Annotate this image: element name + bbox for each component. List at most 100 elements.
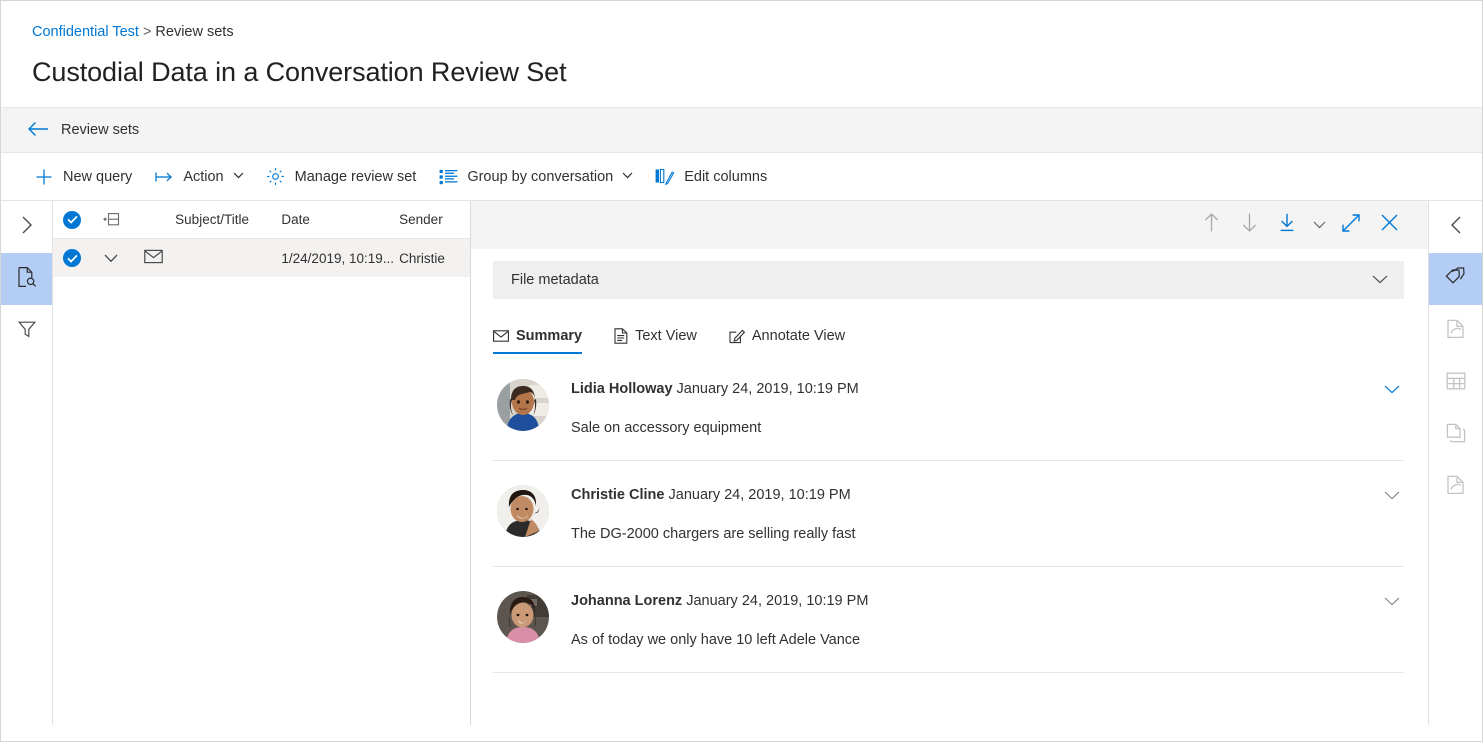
chevron-down-icon [1384,487,1400,504]
arrow-up-icon [1204,213,1219,237]
detail-tabs: Summary Text View Annotate View [493,317,1428,354]
breadcrumb-link-confidential-test[interactable]: Confidential Test [32,24,139,40]
list-item: Johanna Lorenz January 24, 2019, 10:19 P… [493,567,1404,673]
sidebar-item-email-threads[interactable] [1429,461,1482,513]
arrow-left-icon [27,120,49,141]
tab-summary-label: Summary [516,328,583,344]
document-corner-icon [1446,475,1465,500]
edit-columns-label: Edit columns [684,168,768,185]
left-rail [1,201,53,725]
table-row[interactable]: 1/24/2019, 10:19... Christie [53,239,470,277]
message-body: Lidia Holloway January 24, 2019, 10:19 P… [571,379,1380,438]
envelope-icon [143,249,163,267]
action-button[interactable]: Action [145,157,252,197]
list-item: Lidia Holloway January 24, 2019, 10:19 P… [493,353,1404,461]
row-sender: Christie [399,250,445,266]
right-rail [1428,201,1482,725]
sidebar-item-tags[interactable] [1429,253,1482,305]
manage-review-set-button[interactable]: Manage review set [257,157,426,197]
row-expand-button[interactable] [92,251,131,266]
envelope-icon [493,330,509,342]
message-body: Christie Cline January 24, 2019, 10:19 P… [571,485,1380,544]
previous-item-button[interactable] [1192,206,1230,244]
message-text: Sale on accessory equipment [571,420,762,436]
page-title: Custodial Data in a Conversation Review … [32,57,567,87]
row-checkbox[interactable] [53,249,92,267]
sidebar-item-near-duplicates[interactable] [1429,305,1482,357]
download-options-button[interactable] [1306,206,1332,244]
group-by-conversation-button[interactable]: Group by conversation [429,157,642,197]
expand-diagonal-icon [1342,213,1360,237]
tag-icon [1445,267,1467,291]
annotate-pen-icon [729,328,746,344]
sidebar-item-metadata-table[interactable] [1429,357,1482,409]
checkbox-checked-icon [63,249,82,267]
tab-annotate-view[interactable]: Annotate View [729,319,855,353]
arrow-down-icon [1242,213,1257,237]
columns-compact-icon [92,212,131,227]
message-text: The DG-2000 chargers are selling really … [571,526,856,542]
close-icon [1381,214,1398,236]
row-type-icon [131,249,175,267]
edit-columns-button[interactable]: Edit columns [646,157,776,197]
message-expand-button[interactable] [1380,381,1404,399]
tab-annotate-view-label: Annotate View [751,328,846,344]
action-label: Action [183,168,224,185]
breadcrumb-separator: > [142,24,152,40]
table-grid-icon [1446,372,1466,395]
items-list-pane: Subject/Title Date Sender 1/24/2019, 10:… [53,201,471,725]
avatar [497,379,549,431]
plus-icon [34,167,54,187]
tab-text-view-label: Text View [635,328,697,344]
document-search-icon [16,266,37,293]
tab-summary[interactable]: Summary [493,319,592,354]
message-expand-button[interactable] [1380,487,1404,505]
message-body: Johanna Lorenz January 24, 2019, 10:19 P… [571,591,1380,650]
sidebar-item-search-documents[interactable] [1,253,52,305]
avatar [497,591,549,643]
gear-icon [266,167,286,187]
conversation-messages: Lidia Holloway January 24, 2019, 10:19 P… [471,353,1428,725]
review-set-page: Confidential Test > Review sets Custodial … [0,0,1483,742]
breadcrumb-current: Review sets [155,24,234,40]
message-header: Lidia Holloway January 24, 2019, 10:19 P… [571,379,1380,399]
column-header-sender[interactable]: Sender [399,212,470,227]
page-header: Confidential Test > Review sets Custodial … [1,1,1482,90]
sidebar-item-duplicates[interactable] [1429,409,1482,461]
select-all-checkbox[interactable] [53,210,92,229]
message-date: January 24, 2019, 10:19 PM [686,593,869,609]
collapse-panel-button[interactable] [1429,201,1482,253]
chevron-down-icon [1313,216,1326,234]
sidebar-item-filter[interactable] [1,305,52,357]
back-bar[interactable]: Review sets [1,107,1482,153]
avatar [497,485,549,537]
row-date: 1/24/2019, 10:19... [281,250,395,266]
expand-button[interactable] [1332,206,1370,244]
column-header-subject[interactable]: Subject/Title [175,212,281,227]
close-button[interactable] [1370,206,1408,244]
message-date: January 24, 2019, 10:19 PM [668,487,851,503]
manage-review-set-label: Manage review set [294,168,417,185]
column-header-date[interactable]: Date [281,212,399,227]
next-item-button[interactable] [1230,206,1268,244]
download-button[interactable] [1268,206,1306,244]
expand-panel-button[interactable] [1,201,52,253]
chevron-down-icon [233,171,244,182]
new-query-button[interactable]: New query [25,157,141,197]
chevron-down-icon [1384,593,1400,610]
action-arrow-icon [154,167,174,187]
message-expand-button[interactable] [1380,593,1404,611]
message-sender: Lidia Holloway [571,381,673,397]
message-sender: Christie Cline [571,487,665,503]
edit-columns-icon [655,167,675,187]
file-metadata-bar[interactable]: File metadata [493,261,1404,299]
filter-funnel-icon [17,319,37,344]
list-header: Subject/Title Date Sender [53,201,470,239]
message-header: Johanna Lorenz January 24, 2019, 10:19 P… [571,591,1380,611]
page-body: Subject/Title Date Sender 1/24/2019, 10:… [1,201,1482,725]
message-text: As of today we only have 10 left Adele V… [571,632,861,648]
message-header: Christie Cline January 24, 2019, 10:19 P… [571,485,1380,505]
tab-text-view[interactable]: Text View [614,319,707,353]
group-list-icon [438,167,458,187]
detail-pane: File metadata Summary Text View Annotate… [471,201,1428,725]
